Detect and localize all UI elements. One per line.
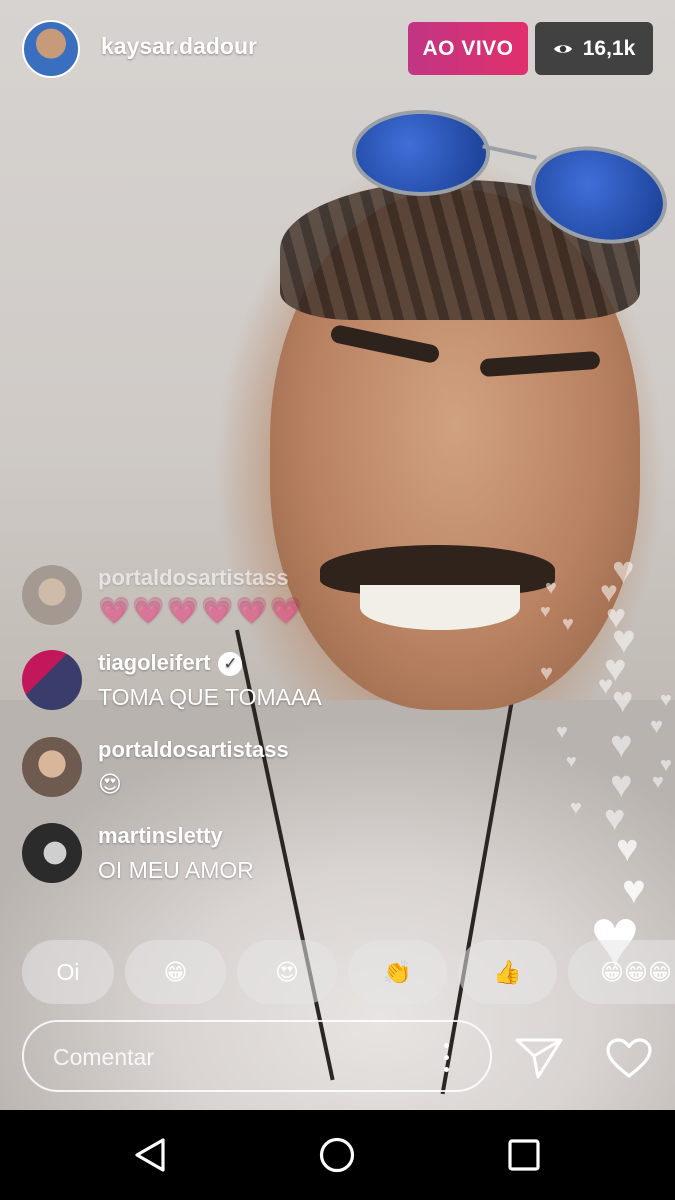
- comment-username-row: tiagoleifert ✓: [98, 650, 243, 677]
- comment-text: 💗💗💗💗💗💗: [98, 595, 305, 625]
- comment-item: portaldosartistass 😍: [22, 737, 472, 799]
- comment-username[interactable]: martinsletty: [98, 823, 223, 849]
- comment-avatar[interactable]: [22, 650, 82, 710]
- comment-text: TOMA QUE TOMAAA: [98, 684, 322, 710]
- more-vertical-icon[interactable]: [444, 1043, 450, 1073]
- comment-avatar[interactable]: [22, 565, 82, 625]
- floating-heart-icon: ♥: [616, 828, 639, 870]
- live-header: kaysar.dadour AO VIVO 16,1k: [0, 0, 675, 100]
- comment-item: martinsletty OI MEU AMOR: [22, 823, 472, 885]
- comment-text: 😍: [98, 771, 122, 797]
- comment-item: portaldosartistass 💗💗💗💗💗💗: [22, 565, 472, 627]
- video-glasses-left-lens: [352, 110, 490, 196]
- floating-heart-icon: ♥: [570, 797, 582, 819]
- floating-heart-icon: ♥: [562, 613, 574, 635]
- viewer-count-badge[interactable]: 16,1k: [535, 22, 653, 75]
- comment-avatar[interactable]: [22, 737, 82, 797]
- quick-reply-thumbs-up[interactable]: 👍: [458, 940, 557, 1004]
- quick-reply-heart-eyes[interactable]: 😍: [237, 940, 337, 1004]
- verified-badge-icon: ✓: [218, 652, 243, 677]
- eye-icon: [553, 44, 572, 53]
- home-circle-icon[interactable]: [319, 1137, 355, 1173]
- floating-heart-icon: ♥: [566, 751, 577, 771]
- floating-heart-icon: ♥: [556, 721, 568, 743]
- comment-input[interactable]: Comentar: [22, 1020, 492, 1092]
- floating-heart-icon: ♥: [540, 660, 554, 685]
- live-video-frame: [0, 0, 675, 1110]
- comment-placeholder: Comentar: [53, 1044, 154, 1070]
- live-badge: AO VIVO: [408, 22, 528, 75]
- comment-username[interactable]: tiagoleifert: [98, 650, 210, 675]
- host-avatar[interactable]: [22, 20, 80, 78]
- host-username[interactable]: kaysar.dadour: [101, 33, 257, 60]
- viewer-count: 16,1k: [582, 36, 636, 60]
- floating-heart-icon: ♥: [650, 713, 664, 738]
- comment-avatar[interactable]: [22, 823, 82, 883]
- floating-heart-icon: ♥: [610, 724, 633, 766]
- recents-square-icon[interactable]: [508, 1139, 540, 1171]
- comment-username[interactable]: portaldosartistass: [98, 565, 289, 591]
- heart-icon[interactable]: [605, 1037, 653, 1079]
- android-nav-bar: [0, 1110, 675, 1200]
- floating-heart-icon: ♥: [660, 689, 672, 711]
- quick-reply-triple-grin[interactable]: 😁😁😁: [568, 940, 675, 1004]
- floating-heart-icon: ♥: [612, 679, 634, 720]
- floating-heart-icon: ♥: [545, 577, 557, 599]
- quick-reply-clap[interactable]: 👏: [348, 940, 447, 1004]
- send-icon[interactable]: [514, 1036, 564, 1080]
- video-glasses-bridge: [482, 144, 537, 160]
- back-triangle-icon[interactable]: [133, 1137, 167, 1173]
- comment-text: OI MEU AMOR: [98, 857, 254, 883]
- floating-heart-icon: ♥: [540, 601, 551, 621]
- quick-reply-grin[interactable]: 😁: [125, 940, 226, 1004]
- quick-reply-oi[interactable]: Oi: [22, 940, 114, 1004]
- comment-item: tiagoleifert ✓ TOMA QUE TOMAAA: [22, 650, 472, 712]
- comment-username[interactable]: portaldosartistass: [98, 737, 289, 763]
- floating-heart-icon: ♥: [652, 771, 664, 793]
